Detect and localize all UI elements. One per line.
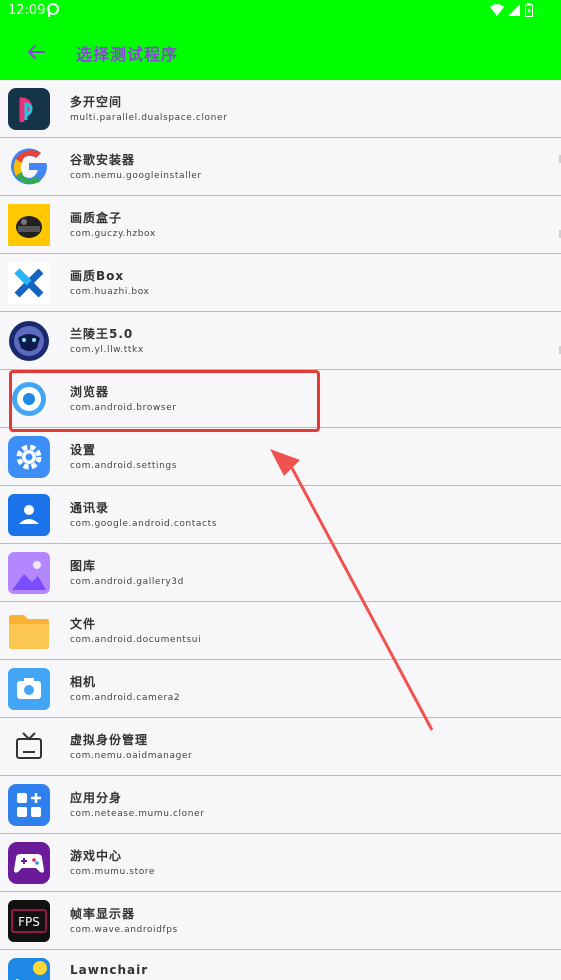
app-name: 兰陵王5.0 xyxy=(70,327,134,341)
app-package: com.wave.androidfps xyxy=(70,925,178,935)
list-item[interactable]: 画质盒子 com.guczy.hzbox xyxy=(0,196,561,254)
list-item[interactable]: 图库 com.android.gallery3d xyxy=(0,544,561,602)
app-package: com.netease.mumu.cloner xyxy=(70,809,205,819)
app-name: 通讯录 xyxy=(70,501,110,515)
app-name: 帧率显示器 xyxy=(70,907,136,921)
app-name: 谷歌安装器 xyxy=(70,153,136,167)
app-name: 图库 xyxy=(70,559,97,573)
list-item[interactable]: FPS 帧率显示器 com.wave.androidfps xyxy=(0,892,561,950)
list-item[interactable]: 画质Box com.huazhi.box xyxy=(0,254,561,312)
helmet-icon xyxy=(8,204,50,246)
app-name: 相机 xyxy=(70,675,97,689)
app-package: com.android.gallery3d xyxy=(70,577,184,587)
app-package: com.android.browser xyxy=(70,403,177,413)
app-package: com.guczy.hzbox xyxy=(70,229,156,239)
app-package: com.android.documentsui xyxy=(70,635,202,645)
app-package: com.yl.llw.ttkx xyxy=(70,345,144,355)
app-package: com.nemu.oaidmanager xyxy=(70,751,193,761)
app-package: com.nemu.googleinstaller xyxy=(70,171,202,181)
camera-icon xyxy=(8,668,50,710)
browser-icon xyxy=(12,382,46,416)
wifi-icon xyxy=(490,4,504,16)
app-name: 画质盒子 xyxy=(70,211,123,225)
list-item[interactable]: 谷歌安装器 com.nemu.googleinstaller xyxy=(0,138,561,196)
list-item[interactable]: 兰陵王5.0 com.yl.llw.ttkx xyxy=(0,312,561,370)
gamepad-icon xyxy=(8,842,50,884)
svg-text:FPS: FPS xyxy=(18,915,40,929)
gallery-icon xyxy=(8,552,50,594)
list-item[interactable]: 文件 com.android.documentsui xyxy=(0,602,561,660)
app-bar: 选择测试程序 xyxy=(0,22,561,80)
app-name: 游戏中心 xyxy=(70,849,123,863)
app-list[interactable]: 多开空间 multi.parallel.dualspace.cloner 谷歌安… xyxy=(0,80,561,980)
app-package: com.huazhi.box xyxy=(70,287,150,297)
list-item[interactable]: 游戏中心 com.mumu.store xyxy=(0,834,561,892)
status-time: 12:09 xyxy=(8,3,46,18)
app-name: Lawnchair xyxy=(70,963,149,977)
back-arrow-icon[interactable] xyxy=(22,38,50,66)
tv-icon xyxy=(16,732,42,759)
folder-icon xyxy=(9,615,49,649)
app-name: 文件 xyxy=(70,617,97,631)
app-name: 设置 xyxy=(70,443,97,457)
app-package: com.android.camera2 xyxy=(70,693,181,703)
contacts-icon xyxy=(8,494,50,536)
list-item[interactable]: Lawnchair xyxy=(0,950,561,980)
app-clone-icon xyxy=(8,784,50,826)
status-bar: 12:09 xyxy=(0,0,561,22)
app-package: com.mumu.store xyxy=(70,867,156,877)
x-logo-icon xyxy=(8,262,50,304)
app-package: com.android.settings xyxy=(70,461,177,471)
list-item[interactable]: 虚拟身份管理 com.nemu.oaidmanager xyxy=(0,718,561,776)
google-icon xyxy=(11,148,47,185)
dual-space-icon xyxy=(8,88,50,130)
settings-gear-icon xyxy=(8,436,50,478)
app-name: 应用分身 xyxy=(70,791,123,805)
list-item[interactable]: 浏览器 com.android.browser xyxy=(0,370,561,428)
signal-icon xyxy=(508,4,520,16)
fps-icon: FPS xyxy=(8,900,50,942)
lawnchair-icon xyxy=(8,958,50,980)
app-name: 多开空间 xyxy=(70,95,123,109)
page-title: 选择测试程序 xyxy=(76,45,179,64)
list-item[interactable]: 通讯录 com.google.android.contacts xyxy=(0,486,561,544)
app-name: 浏览器 xyxy=(70,385,110,399)
list-item[interactable]: 应用分身 com.netease.mumu.cloner xyxy=(0,776,561,834)
app-package: multi.parallel.dualspace.cloner xyxy=(70,113,228,123)
list-item[interactable]: 相机 com.android.camera2 xyxy=(0,660,561,718)
app-name: 画质Box xyxy=(70,269,125,283)
app-notification-icon xyxy=(47,3,59,17)
list-item[interactable]: 设置 com.android.settings xyxy=(0,428,561,486)
app-package: com.google.android.contacts xyxy=(70,519,218,529)
list-item[interactable]: 多开空间 multi.parallel.dualspace.cloner xyxy=(0,80,561,138)
battery-icon xyxy=(525,3,533,17)
mask-icon xyxy=(9,321,49,361)
app-name: 虚拟身份管理 xyxy=(70,733,149,747)
